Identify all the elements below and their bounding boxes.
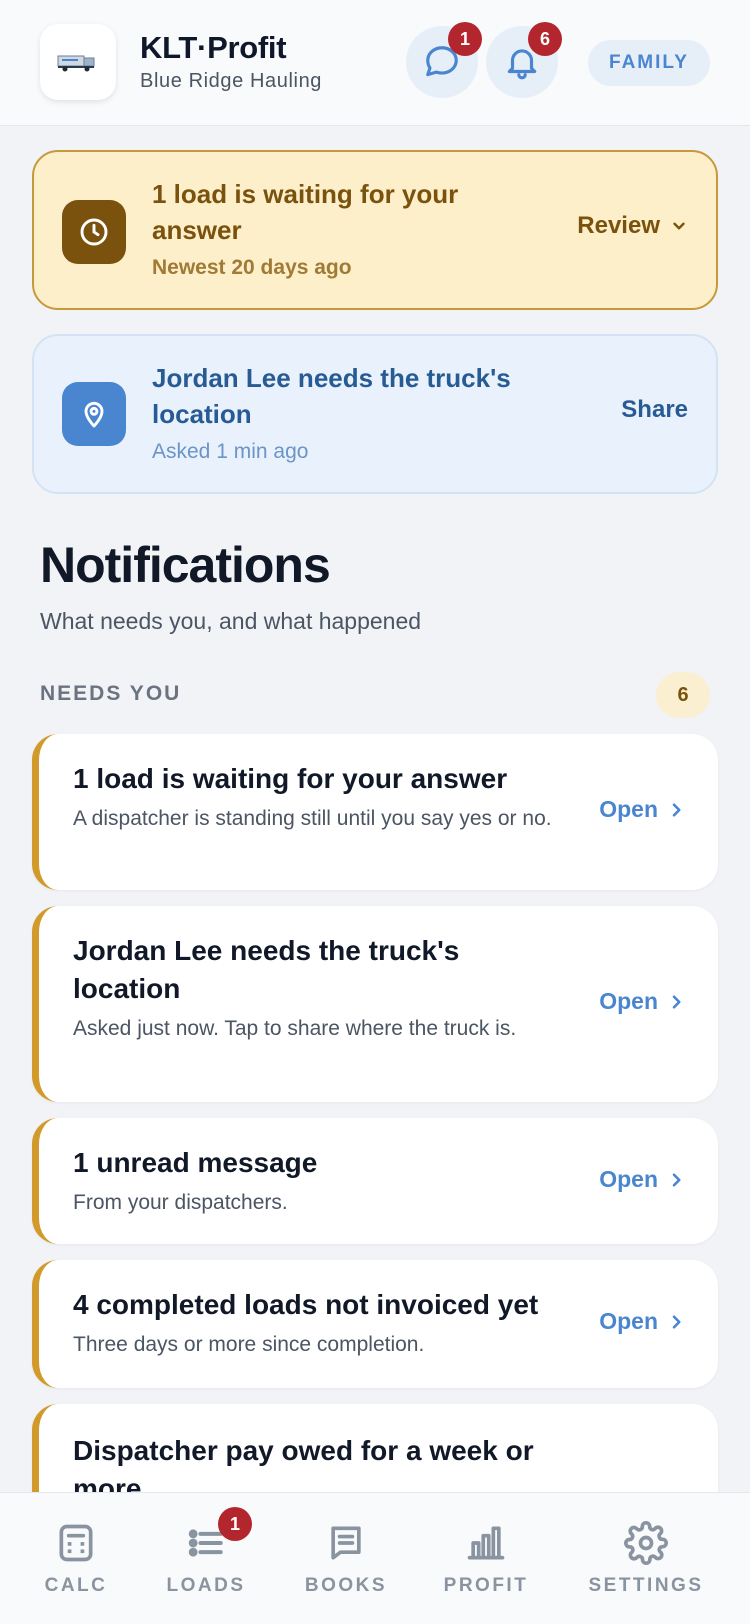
book-icon	[331, 1526, 361, 1560]
notification-card[interactable]: 1 unread message From your dispatchers. …	[32, 1118, 718, 1244]
open-button[interactable]: Open	[599, 796, 684, 823]
clock-icon	[80, 218, 108, 246]
page-subtitle: What needs you, and what happened	[40, 608, 422, 634]
notification-card[interactable]: 4 completed loads not invoiced yet Three…	[32, 1260, 718, 1388]
nav-item-profit[interactable]: PROFIT	[416, 1521, 556, 1597]
review-button[interactable]: Review	[577, 212, 688, 240]
map-pin-icon	[84, 401, 104, 428]
card-description: Asked just now. Tap to share where the t…	[73, 1017, 517, 1040]
notification-card[interactable]: 1 load is waiting for your answer A disp…	[32, 734, 718, 890]
open-button[interactable]: Open	[599, 1166, 684, 1193]
nav-label: CALC	[44, 1575, 108, 1596]
card-description: A dispatcher is standing still until you…	[73, 807, 552, 830]
chevron-right-icon	[672, 1172, 681, 1187]
chevron-right-icon	[672, 994, 681, 1009]
location-request-banner[interactable]: Jordan Lee needs the truck's location As…	[32, 334, 718, 494]
card-title: 1 load is waiting for your answer	[73, 763, 508, 794]
review-label: Review	[577, 212, 660, 239]
company-logo[interactable]	[40, 24, 116, 100]
chevron-right-icon	[672, 1314, 681, 1329]
open-button[interactable]: Open	[599, 1308, 684, 1335]
section-count-badge: 6	[656, 672, 710, 718]
alerts-count-badge: 6	[528, 22, 562, 56]
role-pill[interactable]: FAMILY	[588, 40, 710, 86]
nav-label: SETTINGS	[588, 1575, 704, 1596]
share-button[interactable]: Share	[621, 396, 688, 424]
banner-title: Jordan Lee needs the truck's location	[152, 363, 511, 429]
bar-chart-icon	[467, 1526, 505, 1560]
bottom-nav: CALC 1 LOADS BOOKS PROFIT SETTINGS	[0, 1492, 750, 1624]
company-name: Blue Ridge Hauling	[140, 70, 323, 92]
card-title: Jordan Lee needs the truck's location	[73, 935, 460, 1004]
notification-card[interactable]: Jordan Lee needs the truck's location As…	[32, 906, 718, 1102]
nav-item-calc[interactable]: CALC	[6, 1521, 146, 1597]
section-label: NEEDS YOU	[40, 682, 182, 705]
card-description: From your dispatchers.	[73, 1191, 288, 1214]
loads-count-badge: 1	[218, 1507, 252, 1541]
app-title: KLT·Profit	[140, 30, 287, 65]
chevron-down-icon	[673, 222, 685, 230]
nav-item-loads[interactable]: 1 LOADS	[136, 1507, 276, 1597]
share-label: Share	[621, 396, 688, 423]
banner-clock-badge	[62, 200, 126, 264]
nav-item-settings[interactable]: SETTINGS	[576, 1521, 716, 1597]
page-title: Notifications	[40, 537, 331, 593]
pending-answer-banner[interactable]: 1 load is waiting for your answer Newest…	[32, 150, 718, 310]
alerts-button[interactable]: 6	[486, 22, 562, 98]
nav-item-books[interactable]: BOOKS	[276, 1521, 416, 1597]
banner-pin-badge	[62, 382, 126, 446]
card-description: Three days or more since completion.	[73, 1333, 425, 1356]
open-button[interactable]: Open	[599, 988, 684, 1015]
nav-label: PROFIT	[443, 1575, 529, 1596]
banner-subtitle: Asked 1 min ago	[152, 440, 309, 463]
messages-button[interactable]: 1	[406, 22, 482, 98]
messages-count-badge: 1	[448, 22, 482, 56]
banner-subtitle: Newest 20 days ago	[152, 256, 352, 279]
chevron-right-icon	[672, 802, 681, 817]
open-label: Open	[599, 796, 658, 822]
nav-label: BOOKS	[304, 1575, 388, 1596]
open-label: Open	[599, 1166, 658, 1192]
nav-label: LOADS	[166, 1575, 246, 1596]
truck-logo-icon	[57, 55, 95, 72]
calculator-icon	[59, 1524, 93, 1562]
banner-title: 1 load is waiting for your answer	[152, 179, 459, 245]
open-label: Open	[599, 1308, 658, 1334]
card-title: 4 completed loads not invoiced yet	[73, 1289, 539, 1320]
open-label: Open	[599, 988, 658, 1014]
card-title: 1 unread message	[73, 1147, 318, 1178]
gear-icon	[624, 1521, 668, 1565]
app-header: KLT·Profit Blue Ridge Hauling 1 6 FAMILY	[0, 0, 750, 126]
